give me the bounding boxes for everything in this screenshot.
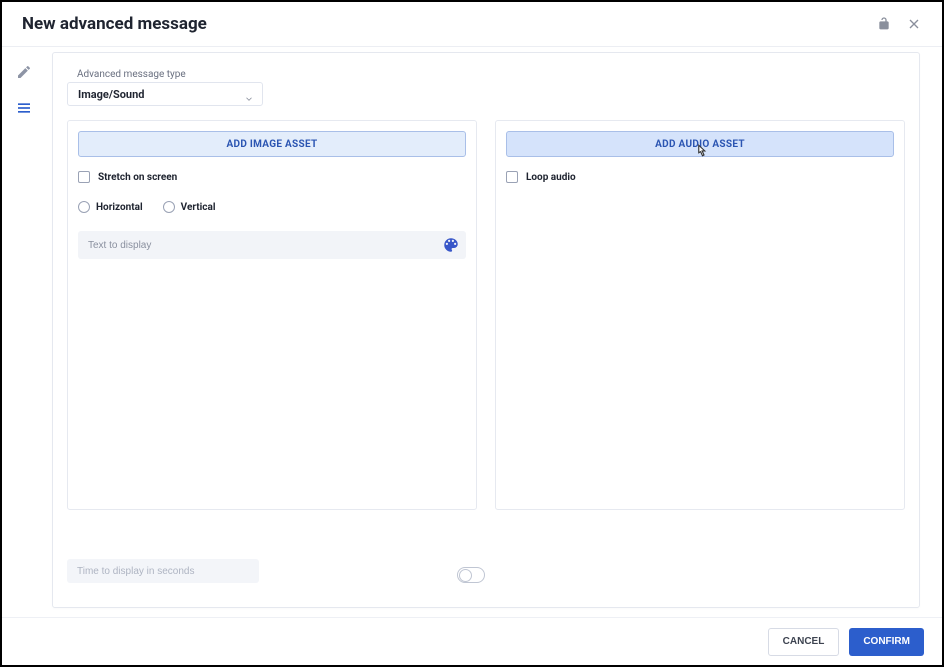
add-image-asset-button[interactable]: ADD IMAGE ASSET	[78, 131, 466, 157]
dialog-header: New advanced message	[2, 2, 942, 47]
pencil-icon[interactable]	[16, 64, 32, 80]
loop-checkbox[interactable]	[506, 171, 518, 183]
loop-checkbox-row[interactable]: Loop audio	[506, 171, 894, 183]
stretch-checkbox[interactable]	[78, 171, 90, 183]
type-label: Advanced message type	[77, 69, 905, 80]
toggle-switch[interactable]	[457, 567, 485, 583]
close-icon[interactable]	[906, 16, 922, 32]
add-audio-asset-button[interactable]: ADD AUDIO ASSET	[506, 131, 894, 157]
horizontal-radio[interactable]: Horizontal	[78, 201, 143, 213]
horizontal-radio-input[interactable]	[78, 201, 90, 213]
vertical-radio-input[interactable]	[163, 201, 175, 213]
stretch-checkbox-row[interactable]: Stretch on screen	[78, 171, 466, 183]
text-display-input[interactable]	[78, 231, 466, 259]
dialog-title: New advanced message	[22, 14, 207, 34]
palette-icon[interactable]	[442, 236, 460, 254]
image-panel: ADD IMAGE ASSET Stretch on screen Horizo…	[67, 120, 477, 510]
type-select[interactable]: Image/Sound	[67, 82, 263, 106]
audio-panel: ADD AUDIO ASSET Loop audio	[495, 120, 905, 510]
content-columns: ADD IMAGE ASSET Stretch on screen Horizo…	[67, 120, 905, 510]
chevron-down-icon	[244, 89, 254, 99]
dialog-footer: CANCEL CONFIRM	[2, 617, 942, 665]
loop-label: Loop audio	[526, 172, 576, 183]
sidebar	[16, 64, 32, 116]
type-select-value: Image/Sound	[78, 88, 144, 101]
stretch-label: Stretch on screen	[98, 172, 177, 183]
main-panel: Advanced message type Image/Sound ADD IM…	[52, 52, 920, 608]
list-icon[interactable]	[16, 100, 32, 116]
horizontal-label: Horizontal	[96, 202, 143, 213]
text-display-wrap	[78, 231, 466, 259]
confirm-button[interactable]: CONFIRM	[849, 628, 924, 656]
orientation-radio-group: Horizontal Vertical	[78, 201, 466, 213]
header-actions	[876, 16, 922, 32]
time-display-input[interactable]	[67, 559, 259, 583]
vertical-radio[interactable]: Vertical	[163, 201, 216, 213]
unlock-icon[interactable]	[876, 16, 892, 32]
cancel-button[interactable]: CANCEL	[768, 628, 840, 656]
vertical-label: Vertical	[181, 202, 216, 213]
